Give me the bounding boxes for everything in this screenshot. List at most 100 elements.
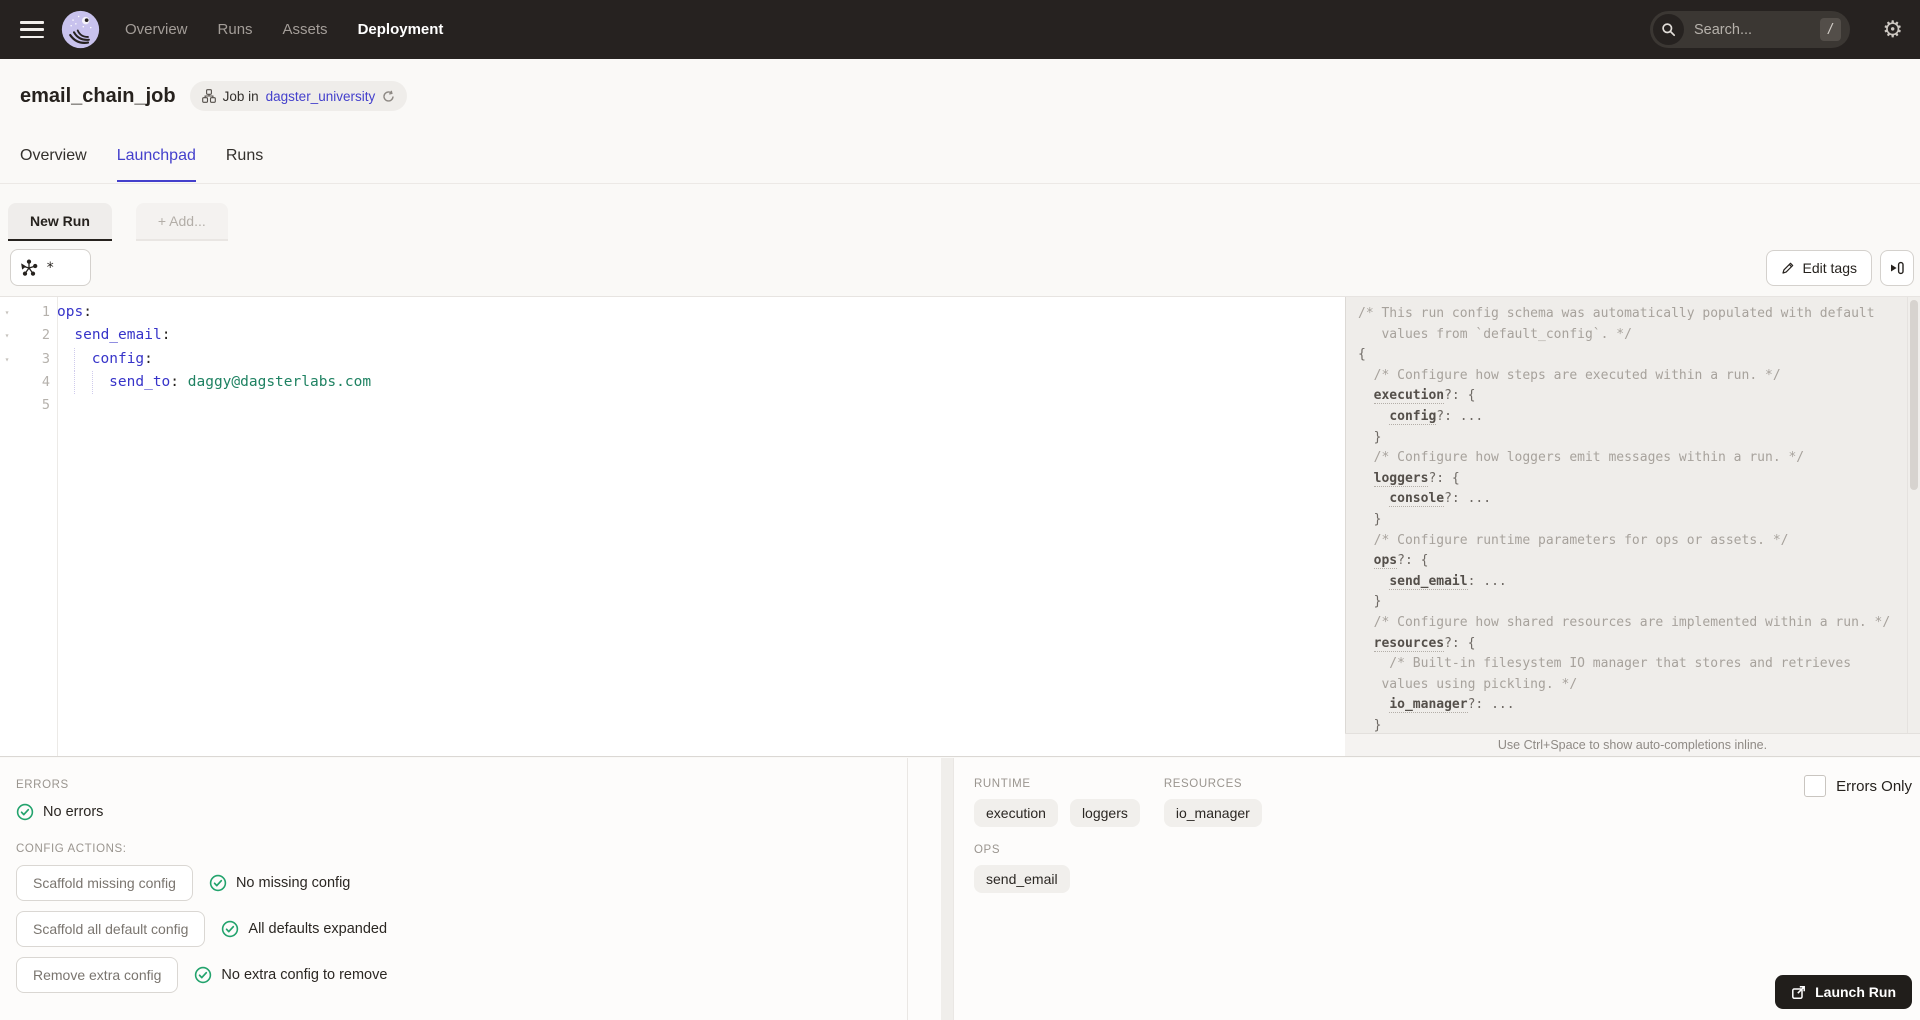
- line-content: [50, 394, 57, 417]
- config-action-status: No extra config to remove: [194, 966, 387, 984]
- no-errors-text: No errors: [43, 804, 104, 820]
- chip-execution[interactable]: execution: [974, 799, 1058, 827]
- search-icon: [1653, 14, 1684, 45]
- schema-token: [1358, 574, 1389, 589]
- search-input[interactable]: Search... /: [1650, 11, 1850, 48]
- fold-caret-icon[interactable]: ▾: [0, 348, 14, 371]
- schema-line: }: [1358, 428, 1920, 449]
- indent-guide: [74, 370, 91, 395]
- code-token: send_to: [109, 373, 171, 390]
- errors-only-checkbox[interactable]: [1804, 775, 1827, 797]
- code-line[interactable]: ▾ 1 ops:: [0, 301, 1345, 324]
- schema-token: /* Configure how steps are executed with…: [1358, 367, 1781, 383]
- schema-line: /* This run config schema was automatica…: [1358, 304, 1920, 325]
- op-selector-input[interactable]: *: [10, 249, 91, 286]
- schema-token: io_manager: [1389, 697, 1468, 714]
- code-location-link[interactable]: dagster_university: [266, 89, 376, 104]
- code-line[interactable]: ▾ 2 send_email:: [0, 324, 1345, 348]
- dagster-logo[interactable]: [60, 9, 101, 50]
- pencil-icon: [1781, 262, 1793, 274]
- gutter-divider: [57, 297, 58, 756]
- fold-caret-icon[interactable]: ▾: [0, 301, 14, 324]
- runtime-group: RUNTIME execution loggers: [974, 778, 1140, 827]
- tab-runs[interactable]: Runs: [226, 147, 263, 182]
- nav-item-overview[interactable]: Overview: [125, 21, 188, 38]
- check-circle-icon: [209, 874, 227, 892]
- resources-group: RESOURCES io_manager: [1163, 778, 1262, 827]
- schema-token: ops: [1373, 553, 1398, 570]
- schema-token: [1358, 697, 1389, 712]
- edit-tags-label: Edit tags: [1802, 260, 1857, 276]
- hamburger-menu-icon[interactable]: [20, 21, 44, 38]
- nav-item-deployment[interactable]: Deployment: [358, 21, 444, 38]
- nav-item-assets[interactable]: Assets: [283, 21, 328, 38]
- config-schema-panel: /* This run config schema was automatica…: [1345, 297, 1920, 733]
- job-location-badge: Job in dagster_university: [189, 81, 408, 111]
- scaffold-groups-panel: RUNTIME execution loggers RESOURCES io_mana…: [953, 758, 1920, 1020]
- chip-io_manager[interactable]: io_manager: [1163, 799, 1262, 827]
- config-action-row: Scaffold all default config All defaults …: [16, 911, 907, 947]
- fold-gutter: [0, 371, 14, 394]
- op-selector-icon: [21, 258, 38, 276]
- line-number: 5: [41, 397, 50, 414]
- runtime-label: RUNTIME: [974, 778, 1031, 790]
- tabs-divider: [0, 183, 1920, 184]
- launch-run-button[interactable]: Launch Run: [1775, 975, 1912, 1009]
- schema-token: [1358, 388, 1374, 403]
- tab-new-run[interactable]: New Run: [8, 203, 112, 241]
- search-placeholder: Search...: [1694, 21, 1753, 38]
- scaffold-all-default-config-button[interactable]: Scaffold all default config: [16, 911, 206, 947]
- add-tab-button[interactable]: + Add...: [135, 203, 228, 241]
- schema-token: [1358, 636, 1374, 651]
- autocomplete-hint: Use Ctrl+Space to show auto-completions …: [1345, 733, 1920, 756]
- yaml-editor[interactable]: ▾ 1 ops: ▾ 2 send_email: ▾ 3 config:4 send_to: da…: [0, 297, 1345, 756]
- main-nav: Overview Runs Assets Deployment: [125, 21, 443, 38]
- expand-panel-button[interactable]: [1880, 250, 1914, 286]
- indent-guide: [57, 370, 74, 395]
- schema-line: config?: ...: [1358, 407, 1920, 428]
- fold-caret-icon[interactable]: ▾: [0, 324, 14, 347]
- status-text: No missing config: [235, 875, 351, 891]
- config-editor-area: ▾ 1 ops: ▾ 2 send_email: ▾ 3 config:4 send_to: da…: [0, 296, 1920, 757]
- edit-tags-button[interactable]: Edit tags: [1765, 250, 1872, 286]
- chip-row: send_email: [974, 865, 1920, 893]
- config-action-row: Remove extra config No extra config to re…: [16, 957, 907, 993]
- schema-token: resources: [1373, 635, 1445, 652]
- schema-line: {: [1358, 345, 1920, 366]
- panel-splitter[interactable]: [941, 758, 953, 1020]
- top-nav-bar: Overview Runs Assets Deployment Search... /…: [0, 0, 1920, 59]
- schema-line: values using pickling. */: [1358, 675, 1920, 696]
- code-line[interactable]: 5: [0, 394, 1345, 417]
- code-token: :: [170, 373, 188, 390]
- tab-overview[interactable]: Overview: [20, 147, 87, 182]
- chip-row: execution loggers: [974, 799, 1140, 827]
- status-text: All defaults expanded: [248, 921, 388, 937]
- reload-icon[interactable]: [382, 90, 395, 103]
- code-token: :: [83, 304, 92, 320]
- schema-scrollbar[interactable]: [1907, 297, 1920, 733]
- schema-token: loggers: [1373, 470, 1429, 487]
- schema-scrollbar-thumb[interactable]: [1910, 300, 1918, 490]
- tab-launchpad[interactable]: Launchpad: [116, 147, 196, 182]
- chip-send_email[interactable]: send_email: [974, 865, 1070, 893]
- schema-token: ?: {: [1444, 635, 1476, 651]
- launch-icon: [1792, 985, 1806, 999]
- schema-line: resources?: {: [1358, 634, 1920, 655]
- schema-token: }: [1358, 429, 1382, 445]
- gear-icon[interactable]: ⚙: [1882, 15, 1903, 43]
- schema-line: }: [1358, 510, 1920, 531]
- schema-token: ?: {: [1444, 388, 1476, 404]
- line-content: config:: [50, 347, 153, 371]
- chip-loggers[interactable]: loggers: [1069, 799, 1140, 827]
- config-action-status: All defaults expanded: [221, 920, 387, 938]
- nav-item-runs[interactable]: Runs: [218, 21, 253, 38]
- schema-token: ?: {: [1428, 470, 1460, 486]
- scaffold-missing-config-button[interactable]: Scaffold missing config: [16, 865, 193, 901]
- page-title: email_chain_job: [20, 84, 176, 107]
- schema-token: config: [1389, 408, 1437, 425]
- code-line[interactable]: ▾ 3 config:: [0, 347, 1345, 371]
- remove-extra-config-button[interactable]: Remove extra config: [16, 957, 179, 993]
- code-token: send_email: [74, 327, 162, 344]
- schema-line: execution?: {: [1358, 386, 1920, 407]
- code-line[interactable]: 4 send_to: daggy@dagsterlabs.com: [0, 370, 1345, 395]
